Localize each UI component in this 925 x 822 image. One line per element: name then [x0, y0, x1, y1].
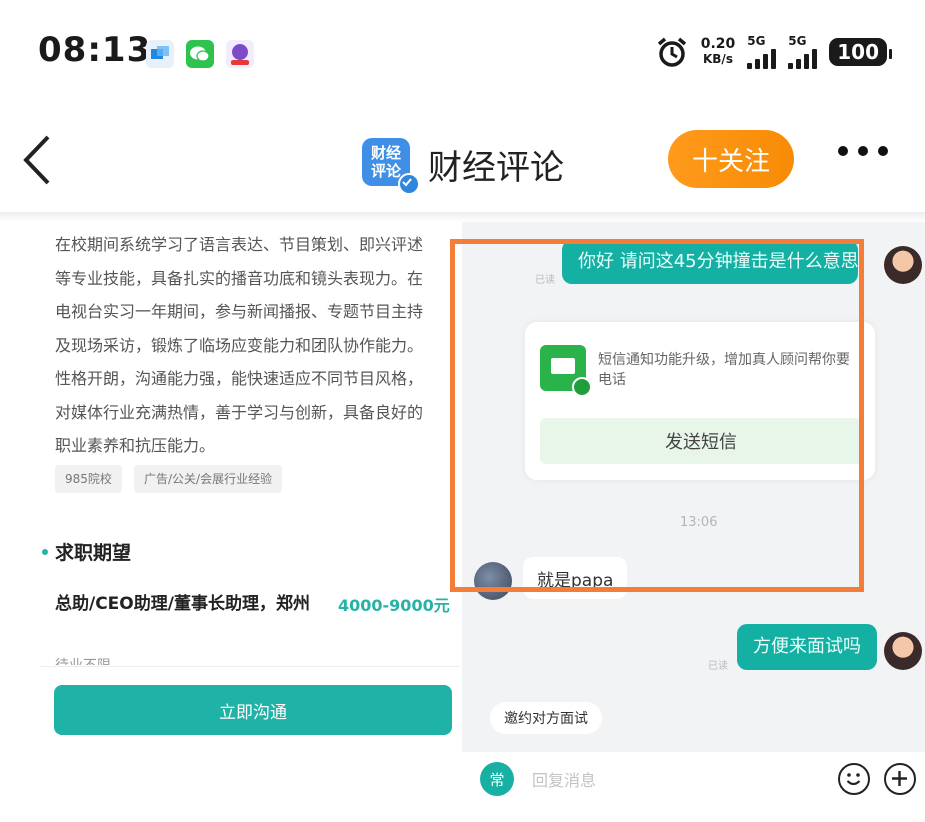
resume-description: 在校期间系统学习了语言表达、节目策划、即兴评述 等专业技能，具备扎实的播音功底和…: [55, 235, 424, 455]
app-badge-icon: [226, 40, 254, 68]
divider: [40, 666, 460, 667]
cut-text: 待业不限: [55, 655, 111, 665]
battery-indicator: 100: [829, 38, 892, 66]
tag-school: 985院校: [55, 465, 122, 493]
read-status: 已读: [708, 661, 728, 672]
follow-button[interactable]: 十关注: [668, 130, 794, 188]
avatar: [884, 246, 922, 284]
verified-icon: [398, 173, 420, 195]
more-dots-icon[interactable]: [838, 146, 888, 156]
job-title: 总助/CEO助理/董事长助理，郑州: [55, 594, 310, 614]
status-indicators: 0.20 KB/s 5G 5G 100: [655, 30, 892, 74]
salary: 4000-9000元: [338, 596, 450, 615]
avatar: [884, 632, 922, 670]
section-title: 求职期望: [55, 542, 132, 564]
network-speed: 0.20 KB/s: [700, 36, 736, 67]
header-shadow: [0, 212, 925, 222]
section-dot: [42, 549, 48, 555]
app-notification-icon: [146, 40, 174, 68]
plus-icon[interactable]: [884, 763, 916, 795]
status-time: 08:13: [38, 30, 152, 70]
emoji-icon[interactable]: [838, 763, 870, 795]
sim1-signal: 5G: [747, 35, 777, 69]
alarm-icon: [657, 37, 686, 67]
outgoing-message[interactable]: 方便来面试吗: [737, 624, 877, 670]
chat-now-button[interactable]: 立即沟通: [54, 685, 452, 735]
reply-input[interactable]: [530, 766, 824, 794]
back-chevron-icon[interactable]: [18, 133, 54, 187]
tag-industry: 广告/公关/会展行业经验: [134, 465, 283, 493]
invite-interview-chip[interactable]: 邀约对方面试: [490, 702, 602, 734]
highlight-box: [450, 239, 864, 592]
sim2-signal: 5G: [788, 35, 818, 69]
channel-name: 财经评论: [428, 148, 564, 188]
common-phrases-button[interactable]: 常: [480, 762, 514, 796]
wechat-icon: [186, 40, 214, 68]
